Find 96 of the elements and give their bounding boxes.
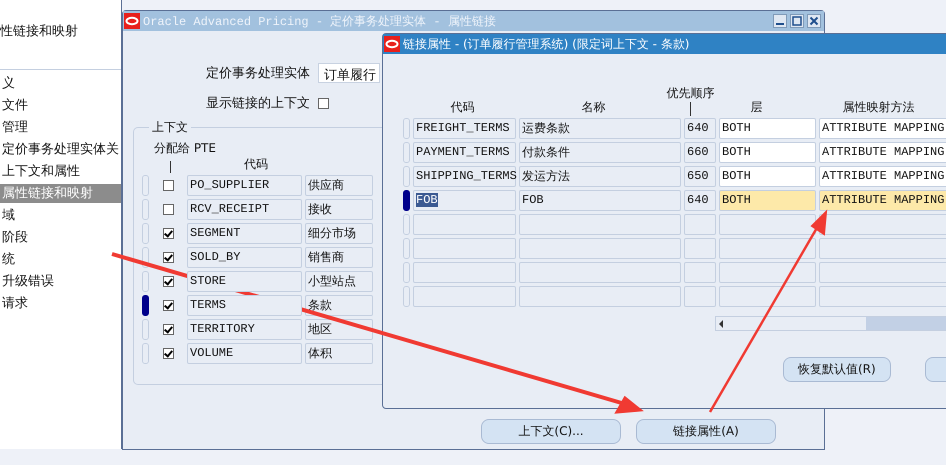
name-cell[interactable] bbox=[519, 286, 681, 306]
nav-item[interactable]: 统 bbox=[0, 250, 121, 269]
row-indicator[interactable] bbox=[142, 294, 149, 316]
nav-item[interactable]: 文件 bbox=[0, 96, 121, 115]
name-cell[interactable]: 条款 bbox=[305, 294, 373, 316]
name-cell[interactable] bbox=[519, 214, 681, 234]
restore-defaults-button[interactable]: 恢复默认值(R) bbox=[783, 357, 891, 382]
mapping-method-field[interactable] bbox=[819, 286, 946, 306]
code-cell[interactable] bbox=[413, 238, 516, 258]
mapping-method-field[interactable]: ATTRIBUTE MAPPING bbox=[819, 166, 946, 186]
mapping-method-field[interactable] bbox=[819, 214, 946, 234]
column-header: 层 bbox=[750, 99, 762, 116]
code-cell[interactable] bbox=[413, 214, 516, 234]
row-indicator[interactable] bbox=[403, 190, 410, 210]
code-cell[interactable]: FREIGHT_TERMS bbox=[413, 118, 516, 138]
name-cell[interactable]: 供应商 bbox=[305, 174, 373, 196]
level-field[interactable] bbox=[719, 262, 816, 282]
nav-item[interactable]: 义 bbox=[0, 74, 121, 93]
code-cell[interactable]: RCV_RECEIPT bbox=[187, 198, 302, 220]
panel-title: 性链接和映射 bbox=[0, 24, 78, 39]
level-field[interactable]: BOTH bbox=[719, 142, 816, 162]
code-cell[interactable]: SHIPPING_TERMS bbox=[413, 166, 516, 186]
dialog-button[interactable] bbox=[924, 357, 946, 382]
checkbox[interactable] bbox=[318, 98, 329, 108]
column-header: 优先顺序 bbox=[666, 85, 715, 102]
mapping-method-field[interactable]: ATTRIBUTE MAPPING bbox=[819, 142, 946, 162]
code-cell[interactable]: SOLD_BY bbox=[187, 246, 302, 268]
oracle-logo-icon bbox=[124, 13, 140, 29]
code-cell[interactable]: STORE bbox=[187, 270, 302, 292]
field-label: 显示链接的上下文 bbox=[206, 95, 310, 112]
level-field[interactable] bbox=[719, 286, 816, 306]
nav-item[interactable]: 管理 bbox=[0, 118, 121, 137]
nav-item[interactable]: 定价事务处理实体关 bbox=[0, 140, 121, 159]
code-cell[interactable]: PAYMENT_TERMS bbox=[413, 142, 516, 162]
checkbox[interactable] bbox=[162, 300, 174, 310]
code-cell[interactable]: FOB bbox=[413, 190, 516, 210]
mapping-method-field[interactable]: ATTRIBUTE MAPPING bbox=[819, 190, 946, 210]
column-header: 属性映射方法 bbox=[842, 99, 915, 116]
column-header: 分配给 PTE bbox=[154, 140, 216, 157]
level-field[interactable]: BOTH bbox=[719, 190, 816, 210]
mapping-method-field[interactable]: ATTRIBUTE MAPPING bbox=[819, 118, 946, 138]
code-cell[interactable] bbox=[413, 286, 516, 306]
action-button[interactable]: 上下文(C)... bbox=[481, 419, 621, 444]
level-field[interactable]: BOTH bbox=[719, 118, 816, 138]
column-header: 代码 bbox=[450, 99, 474, 116]
window-title: Oracle Advanced Pricing - 定价事务处理实体 - 属性链接 bbox=[143, 14, 496, 30]
name-cell[interactable]: 发运方法 bbox=[519, 166, 681, 186]
nav-item[interactable]: 域 bbox=[0, 206, 121, 225]
name-cell[interactable]: 小型站点 bbox=[305, 270, 373, 292]
name-cell[interactable]: 细分市场 bbox=[305, 222, 373, 244]
checkbox[interactable] bbox=[162, 276, 174, 286]
oracle-logo-icon bbox=[384, 36, 400, 52]
code-cell[interactable]: VOLUME bbox=[187, 342, 302, 364]
field-label: 定价事务处理实体 bbox=[206, 65, 310, 82]
code-cell[interactable]: SEGMENT bbox=[187, 222, 302, 244]
column-header: 名称 bbox=[581, 99, 606, 116]
checkbox[interactable] bbox=[162, 180, 174, 190]
column-header: 代码 bbox=[244, 156, 268, 173]
horizontal-scrollbar[interactable] bbox=[715, 316, 946, 331]
level-field[interactable]: BOTH bbox=[719, 166, 816, 186]
name-cell[interactable]: 运费条款 bbox=[519, 118, 681, 138]
priority-cell[interactable] bbox=[684, 238, 716, 258]
code-cell[interactable]: TERMS bbox=[187, 294, 302, 316]
checkbox[interactable] bbox=[162, 204, 174, 214]
nav-item[interactable]: 上下文和属性 bbox=[0, 162, 121, 181]
entity-field[interactable]: 订单履行 bbox=[318, 63, 380, 83]
nav-item[interactable]: 请求 bbox=[0, 294, 121, 313]
checkbox[interactable] bbox=[162, 252, 174, 262]
checkbox[interactable] bbox=[162, 348, 174, 358]
mapping-method-field[interactable] bbox=[819, 238, 946, 258]
name-cell[interactable]: 体积 bbox=[305, 342, 373, 364]
priority-cell[interactable] bbox=[684, 286, 716, 306]
priority-cell[interactable]: 660 bbox=[684, 142, 716, 162]
priority-cell[interactable] bbox=[684, 262, 716, 282]
checkbox[interactable] bbox=[162, 228, 174, 238]
name-cell[interactable]: 接收 bbox=[305, 198, 373, 220]
level-field[interactable] bbox=[719, 238, 816, 258]
nav-item[interactable]: 升级错误 bbox=[0, 272, 121, 291]
code-cell[interactable] bbox=[413, 262, 516, 282]
level-field[interactable] bbox=[719, 214, 816, 234]
priority-cell[interactable]: 640 bbox=[684, 190, 716, 210]
code-cell[interactable]: TERRITORY bbox=[187, 318, 302, 340]
code-cell[interactable]: PO_SUPPLIER bbox=[187, 174, 302, 196]
priority-cell[interactable]: 650 bbox=[684, 166, 716, 186]
priority-cell[interactable] bbox=[684, 214, 716, 234]
nav-item[interactable]: 阶段 bbox=[0, 228, 121, 247]
priority-cell[interactable]: 640 bbox=[684, 118, 716, 138]
name-cell[interactable] bbox=[519, 262, 681, 282]
dialog-title: 链接属性 - (订单履行管理系统) (限定词上下文 - 条款) bbox=[403, 36, 690, 52]
name-cell[interactable] bbox=[519, 238, 681, 258]
name-cell[interactable]: 销售商 bbox=[305, 246, 373, 268]
checkbox[interactable] bbox=[162, 324, 174, 334]
name-cell[interactable]: 付款条件 bbox=[519, 142, 681, 162]
mapping-method-field[interactable] bbox=[819, 262, 946, 282]
name-cell[interactable]: FOB bbox=[519, 190, 681, 210]
action-button[interactable]: 链接属性(A) bbox=[636, 419, 776, 444]
